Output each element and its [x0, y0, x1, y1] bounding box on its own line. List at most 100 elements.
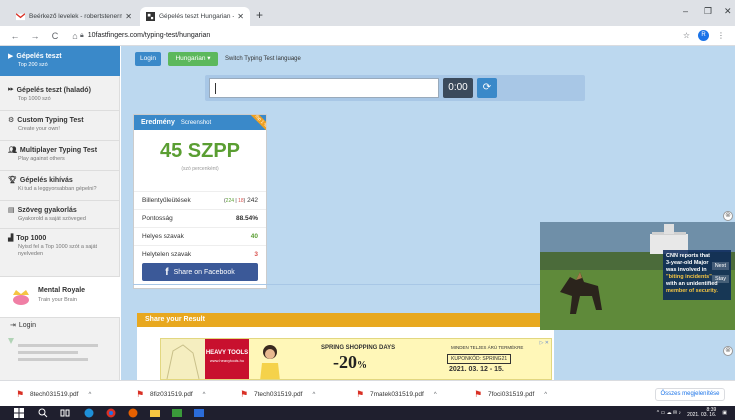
adchoices-icon[interactable]: ▷ ✕	[540, 340, 549, 346]
mental-royale-promo[interactable]: Mental Royale Train your Brain	[0, 276, 120, 318]
download-item[interactable]: ⚑ 7foci031519.pdf ^	[474, 389, 547, 400]
show-all-downloads-button[interactable]: Összes megjelenítése	[655, 388, 725, 401]
toolbar-right: ☆ R ⋮	[683, 30, 725, 41]
share-result-header: Share your Result	[137, 313, 554, 327]
downloads-bar: ⚑ 8tech031519.pdf ^ ⚑ 8fiz031519.pdf ^ ⚑…	[0, 380, 735, 406]
trophy-icon: 🏆︎	[8, 177, 17, 184]
forward-arrow-icon[interactable]: →	[30, 31, 40, 41]
task-view-icon[interactable]	[60, 408, 70, 418]
bar-chart-icon: ▟	[8, 235, 14, 242]
chevron-up-icon[interactable]: ^	[312, 392, 315, 398]
windows-start-icon[interactable]	[14, 408, 24, 418]
home-icon[interactable]: ⌂	[70, 31, 80, 41]
sidebar-login-link[interactable]: ⇥ Login	[10, 321, 36, 330]
brand-url: www.heavytools.hu	[209, 358, 245, 363]
screenshot-link[interactable]: Screenshot	[181, 120, 211, 126]
sidebar-item-title: Multiplayer Typing Test	[19, 146, 98, 154]
url-text: 10fastfingers.com/typing-test/hungarian	[87, 32, 211, 39]
profile-avatar[interactable]: R	[698, 30, 709, 41]
refresh-button[interactable]: ⟳	[477, 78, 497, 98]
sidebar-item-title: Gépelés kihívás	[19, 176, 73, 184]
download-filename: 8fiz031519.pdf	[150, 391, 193, 398]
wpm-subtitle: (szó percenként)	[181, 166, 219, 172]
sidebar-divider	[0, 170, 120, 171]
document-icon: ▤	[8, 207, 15, 214]
gmail-icon	[16, 13, 25, 21]
chrome-icon[interactable]	[106, 408, 116, 418]
language-dropdown-button[interactable]: Hungarian ▾	[168, 52, 218, 66]
bottom-banner-ad[interactable]: HEAVY TOOLS www.heavytools.hu SPRING SHO…	[160, 338, 552, 380]
pdf-file-icon: ⚑	[240, 389, 249, 399]
row-label: Helytelen szavak	[142, 251, 192, 258]
clock-date: 2021. 03. 16.	[687, 412, 717, 418]
bookmark-star-icon[interactable]: ☆	[683, 31, 690, 40]
facebook-button-label: Share on Facebook	[173, 268, 235, 276]
chevron-up-icon[interactable]: ^	[544, 392, 547, 398]
video-stay-button[interactable]: Stay	[711, 275, 729, 283]
close-tab-icon[interactable]: ✕	[237, 12, 244, 21]
search-icon[interactable]	[38, 408, 48, 418]
text-caret	[215, 83, 216, 94]
reload-icon[interactable]: C	[50, 31, 60, 41]
video-ad[interactable]: CNN reports that 3-year-old Major was in…	[540, 222, 735, 330]
sidebar-item-advanced[interactable]: ⏩︎ Gépelés teszt (haladó) Top 1000 szó	[0, 86, 120, 103]
back-arrow-icon[interactable]: ←	[10, 31, 20, 41]
download-item[interactable]: ⚑ 7tech031519.pdf ^	[240, 389, 315, 400]
sidebar-item-title: Gépelés teszt (haladó)	[16, 86, 91, 94]
download-filename: 7foci031519.pdf	[488, 391, 535, 398]
chevron-up-icon[interactable]: ^	[434, 392, 437, 398]
banner-tagline: MINDEN TELJES ÁRÚ TERMÉKRE	[451, 345, 524, 350]
close-window-button[interactable]: ✕	[724, 6, 732, 17]
wrong-keystrokes: 18	[238, 198, 244, 204]
typing-input[interactable]	[209, 78, 439, 98]
download-filename: 8tech031519.pdf	[30, 391, 79, 398]
chevron-up-icon[interactable]: ^	[88, 392, 91, 398]
sidebar-item-subtitle: Play against others	[18, 156, 65, 162]
row-value: 242	[247, 197, 258, 204]
banner-coupon: KUPONKÓD: SPRING21	[447, 354, 512, 364]
notifications-icon[interactable]: ▣	[722, 410, 727, 416]
close-tab-icon[interactable]: ✕	[125, 12, 132, 21]
fast-forward-icon: ⏩︎	[8, 86, 14, 93]
video-ad-close-icon[interactable]: ⊗	[723, 211, 733, 221]
download-item[interactable]: ⚑ 8fiz031519.pdf ^	[136, 389, 205, 400]
share-facebook-button[interactable]: f Share on Facebook	[142, 263, 258, 281]
sidebar-item-multiplayer[interactable]: 👥︎ Multiplayer Typing Test Play against o…	[0, 146, 120, 163]
file-explorer-icon[interactable]	[150, 408, 160, 418]
10fastfingers-icon	[146, 12, 155, 21]
photos-icon[interactable]	[194, 408, 204, 418]
sidebar-item-challenge[interactable]: 🏆︎ Gépelés kihívás Ki tud a leggyorsabban…	[0, 176, 120, 193]
edge-icon[interactable]	[84, 408, 94, 418]
row-label: Pontosság	[142, 215, 173, 222]
tray-icons[interactable]: ^ ▭ ☁ ✉ ♪	[657, 410, 681, 416]
sidebar-item-custom[interactable]: ⚙ Custom Typing Test Create your own!	[0, 116, 120, 133]
pdf-file-icon: ⚑	[356, 389, 365, 399]
login-button[interactable]: Login	[135, 52, 161, 66]
system-clock[interactable]: 8:39 2021. 03. 16.	[687, 408, 716, 418]
pdf-file-icon: ⚑	[474, 389, 483, 399]
download-item[interactable]: ⚑ 8tech031519.pdf ^	[16, 389, 91, 400]
banner-headline: SPRING SHOPPING DAYS	[321, 345, 396, 351]
new-tab-button[interactable]: +	[256, 8, 263, 22]
download-item[interactable]: ⚑ 7matek031519.pdf ^	[356, 389, 437, 400]
store-icon[interactable]	[172, 408, 182, 418]
tab-typing-test[interactable]: Gépelés teszt Hungarian - 10fas... ✕	[140, 7, 250, 26]
chevron-up-icon[interactable]: ^	[203, 392, 206, 398]
address-bar[interactable]: 🔒︎ 10fastfingers.com/typing-test/hungari…	[80, 32, 210, 40]
top-percent-ribbon: Top 1 %	[246, 115, 266, 130]
minimize-button[interactable]: –	[683, 6, 688, 16]
sidebar: ▶ Gépelés teszt Top 200 szó ⏩︎ Gépelés tes…	[0, 46, 120, 380]
sidebar-item-text-practice[interactable]: ▤ Szöveg gyakorlás Gyakorold a saját szöv…	[0, 206, 120, 223]
menu-kebab-icon[interactable]: ⋮	[717, 31, 725, 40]
facebook-icon: f	[165, 266, 169, 278]
maximize-button[interactable]: ❐	[704, 6, 712, 17]
result-row-accuracy: Pontosság 88.54%	[134, 209, 266, 227]
sidebar-item-top1000[interactable]: ▟ Top 1000 Nyisd fel a Top 1000 szót a sa…	[0, 234, 120, 258]
sidebar-item-subtitle: Top 1000 szó	[18, 96, 51, 102]
result-title: Eredmény	[141, 119, 175, 126]
sidebar-item-typing-test[interactable]: ▶ Gépelés teszt Top 200 szó	[0, 46, 120, 76]
firefox-icon[interactable]	[128, 408, 138, 418]
banner-close-icon[interactable]: ⊗	[723, 346, 733, 356]
tab-gmail[interactable]: Beérkező levelek - robertstenerm... ✕	[10, 7, 138, 26]
video-next-button[interactable]: Next	[711, 262, 729, 270]
